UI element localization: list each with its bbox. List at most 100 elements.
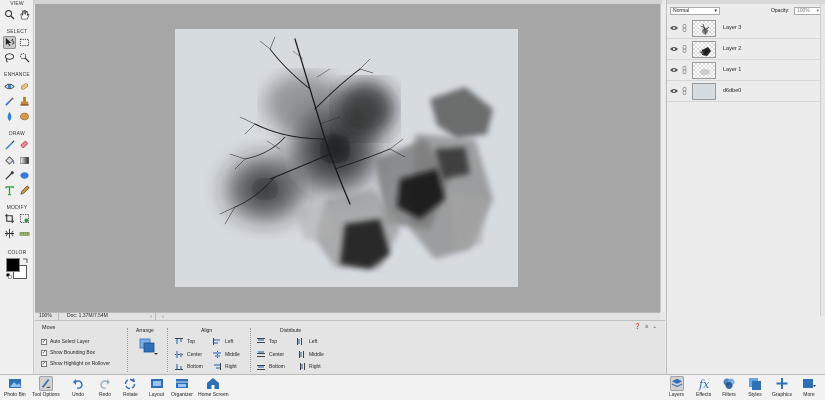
layout-button[interactable]: Layout xyxy=(149,376,164,398)
opacity-field[interactable]: 100% ▾ xyxy=(794,7,822,15)
button-label: Undo xyxy=(72,392,84,398)
distribute-middle-button[interactable]: Middle xyxy=(297,351,324,358)
link-icon[interactable] xyxy=(682,45,687,53)
marquee-tool-icon[interactable] xyxy=(18,36,31,49)
help-icon[interactable]: ❓ xyxy=(634,324,641,330)
bottom-taskbar: Photo Bin Tool Options Undo Redo Rotate … xyxy=(0,374,825,400)
status-menu-arrow-icon[interactable]: › xyxy=(147,314,155,320)
layers-scrollbar[interactable] xyxy=(820,4,825,316)
align-top-label: Top xyxy=(187,338,196,345)
spot-healing-tool-icon[interactable] xyxy=(18,80,31,93)
distribute-right-icon xyxy=(297,363,305,370)
distribute-left-button[interactable]: Left xyxy=(297,338,317,345)
checkbox-label: Auto Select Layer xyxy=(50,339,90,345)
distribute-bottom-button[interactable]: Bottom xyxy=(257,363,285,370)
zoom-level[interactable]: 100% xyxy=(35,313,59,320)
show-bounding-box-checkbox[interactable]: ✓ Show Bounding Box xyxy=(41,350,95,356)
visibility-eye-icon[interactable] xyxy=(670,46,678,52)
clone-stamp-tool-icon[interactable] xyxy=(18,95,31,108)
document-image[interactable] xyxy=(175,29,518,287)
hand-tool-icon[interactable] xyxy=(18,8,31,21)
auto-select-layer-checkbox[interactable]: ✓ Auto Select Layer xyxy=(41,339,89,345)
layers-button[interactable]: Layers xyxy=(669,376,684,398)
undo-button[interactable]: Undo xyxy=(71,376,85,398)
panel-menu-icon[interactable]: ≡ xyxy=(645,324,648,330)
opacity-label: Opacity: xyxy=(771,8,790,14)
distribute-center-label: Center xyxy=(269,351,285,358)
layer-row[interactable]: Layer 1 xyxy=(667,60,825,81)
organizer-icon xyxy=(175,379,188,388)
layer-row[interactable]: Layer 3 xyxy=(667,18,825,39)
home-icon xyxy=(207,378,220,389)
align-left-button[interactable]: Left xyxy=(213,338,233,345)
pencil-tool-icon[interactable] xyxy=(18,184,31,197)
align-bottom-icon xyxy=(175,363,183,370)
rotate-button[interactable]: Rotate xyxy=(123,376,138,398)
more-button[interactable]: More xyxy=(802,376,816,398)
arrange-dropdown[interactable] xyxy=(139,338,159,356)
scroll-left-icon[interactable]: ‹ xyxy=(159,314,167,320)
lasso-tool-icon[interactable] xyxy=(3,51,16,64)
button-label: Photo Bin xyxy=(4,392,26,398)
align-middle-button[interactable]: Middle xyxy=(213,351,240,358)
eraser-tool-icon[interactable] xyxy=(18,139,31,152)
button-label: Redo xyxy=(99,392,111,398)
organizer-button[interactable]: Organizer xyxy=(171,376,193,398)
align-top-button[interactable]: Top xyxy=(175,338,195,345)
color-picker-tool-icon[interactable] xyxy=(3,169,16,182)
sponge-tool-icon[interactable] xyxy=(18,110,31,123)
styles-button[interactable]: Styles xyxy=(748,376,762,398)
brush-tool-icon[interactable] xyxy=(3,139,16,152)
visibility-eye-icon[interactable] xyxy=(670,88,678,94)
section-label-draw: DRAW xyxy=(9,131,25,137)
redo-button[interactable]: Redo xyxy=(98,376,112,398)
button-label: Graphics xyxy=(772,392,793,398)
filters-button[interactable]: Filters xyxy=(722,376,736,398)
gradient-tool-icon[interactable] xyxy=(18,154,31,167)
align-center-button[interactable]: Center xyxy=(175,351,202,358)
content-aware-move-tool-icon[interactable] xyxy=(3,227,16,240)
tool-options-button[interactable]: Tool Options xyxy=(32,376,60,398)
visibility-eye-icon[interactable] xyxy=(670,67,678,73)
show-highlight-checkbox[interactable]: ✓ Show Highlight on Rollover xyxy=(41,361,110,367)
align-bottom-button[interactable]: Bottom xyxy=(175,363,203,370)
home-screen-button[interactable]: Home Screen xyxy=(198,376,229,398)
effects-icon: fx xyxy=(698,378,710,391)
button-label: Filters xyxy=(722,392,736,398)
smart-brush-tool-icon[interactable] xyxy=(3,95,16,108)
eye-tool-icon[interactable] xyxy=(3,80,16,93)
crop-tool-icon[interactable] xyxy=(3,212,16,225)
foreground-color-swatch[interactable] xyxy=(6,258,20,272)
layer-row[interactable]: d6dbe0 xyxy=(667,81,825,102)
quick-selection-tool-icon[interactable] xyxy=(18,51,31,64)
recompose-tool-icon[interactable] xyxy=(18,212,31,225)
photo-bin-button[interactable]: Photo Bin xyxy=(4,376,26,398)
straighten-tool-icon[interactable] xyxy=(18,227,31,240)
zoom-tool-icon[interactable] xyxy=(3,8,16,21)
canvas-area[interactable] xyxy=(35,4,660,312)
link-icon[interactable] xyxy=(682,66,687,74)
type-tool-icon[interactable] xyxy=(3,184,16,197)
shape-tool-icon[interactable] xyxy=(18,169,31,182)
checkbox-label: Show Bounding Box xyxy=(50,350,96,356)
visibility-eye-icon[interactable] xyxy=(670,25,678,31)
collapse-chevron-icon[interactable]: ⌄ xyxy=(652,324,657,330)
canvas-vertical-scrollbar[interactable] xyxy=(660,4,665,312)
align-right-button[interactable]: Right xyxy=(213,363,237,370)
effects-button[interactable]: fx Effects xyxy=(696,376,711,398)
distribute-top-button[interactable]: Top xyxy=(257,338,277,345)
link-icon[interactable] xyxy=(682,24,687,32)
link-icon[interactable] xyxy=(682,87,687,95)
move-tool-icon[interactable] xyxy=(3,36,16,49)
blend-mode-select[interactable]: Normal ▾ xyxy=(670,7,720,15)
distribute-right-button[interactable]: Right xyxy=(297,363,321,370)
photo-bin-icon xyxy=(8,379,21,388)
paint-bucket-tool-icon[interactable] xyxy=(3,154,16,167)
distribute-center-button[interactable]: Center xyxy=(257,351,284,358)
graphics-button[interactable]: Graphics xyxy=(772,376,792,398)
layer-row[interactable]: Layer 2 xyxy=(667,39,825,60)
swap-colors-icon[interactable] xyxy=(22,258,28,264)
checkbox-check-icon: ✓ xyxy=(41,360,47,367)
blur-tool-icon[interactable] xyxy=(3,110,16,123)
default-colors-icon[interactable] xyxy=(6,273,12,279)
